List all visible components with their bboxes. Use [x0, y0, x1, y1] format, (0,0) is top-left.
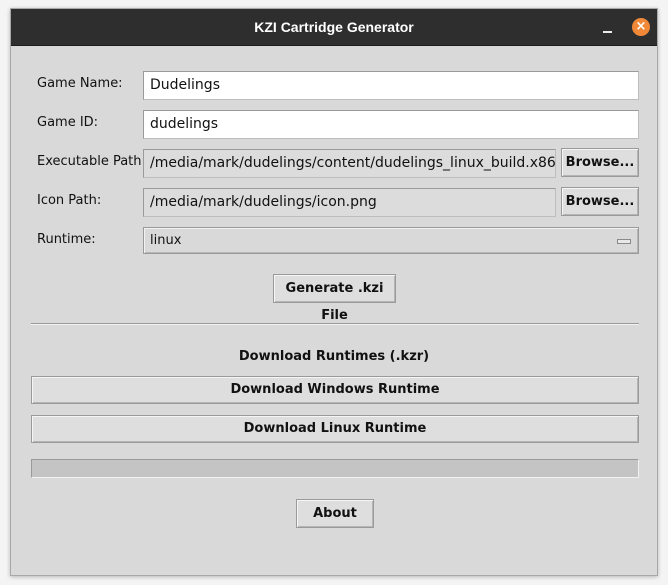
generate-kzi-button[interactable]: Generate .kzi File	[273, 274, 396, 323]
browse-icon-button[interactable]: Browse...	[561, 187, 639, 216]
download-windows-runtime-button[interactable]: Download Windows Runtime	[31, 376, 639, 404]
executable-path-label: Executable Path:	[37, 154, 146, 169]
icon-path-label: Icon Path:	[37, 193, 102, 208]
runtime-label: Runtime:	[37, 232, 96, 247]
app-window: KZI Cartridge Generator × Game Name: Dud…	[10, 8, 658, 576]
browse-executable-button[interactable]: Browse...	[561, 148, 639, 177]
title-bar[interactable]: KZI Cartridge Generator ×	[11, 9, 657, 46]
runtime-select[interactable]: linux	[143, 227, 639, 254]
download-progress-bar	[31, 459, 639, 478]
about-button[interactable]: About	[296, 499, 374, 528]
window-title: KZI Cartridge Generator	[254, 19, 414, 35]
separator	[31, 323, 639, 325]
game-name-input[interactable]: Dudelings	[143, 71, 639, 100]
download-linux-runtime-button[interactable]: Download Linux Runtime	[31, 415, 639, 443]
game-id-input[interactable]: dudelings	[143, 110, 639, 139]
close-icon[interactable]: ×	[632, 18, 650, 36]
executable-path-field[interactable]: /media/mark/dudelings/content/dudelings_…	[143, 149, 556, 178]
game-id-label: Game ID:	[37, 115, 99, 130]
game-name-label: Game Name:	[37, 76, 123, 91]
minimize-icon[interactable]	[601, 20, 615, 34]
icon-path-field[interactable]: /media/mark/dudelings/icon.png	[143, 188, 556, 217]
runtime-selected-value: linux	[150, 233, 182, 248]
option-menu-indicator-icon	[617, 239, 631, 244]
download-runtimes-heading: Download Runtimes (.kzr)	[238, 349, 430, 364]
